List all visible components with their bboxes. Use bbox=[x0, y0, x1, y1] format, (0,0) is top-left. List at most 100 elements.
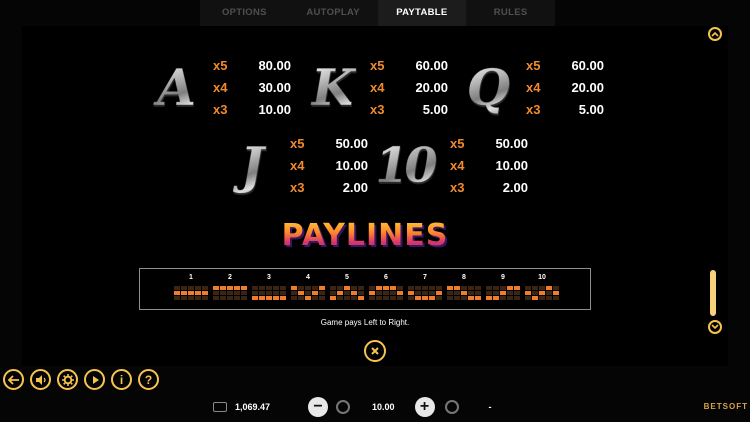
payline-5: 5 bbox=[330, 273, 364, 300]
symbol-a-pay: A x5 80.00 x4 30.00 x3 10.00 bbox=[151, 58, 291, 118]
payline-cell bbox=[330, 286, 336, 290]
payline-cell bbox=[344, 296, 350, 300]
scrollbar-thumb[interactable] bbox=[710, 270, 716, 316]
payline-cell bbox=[415, 286, 421, 290]
bottom-bar: 1,069.47 − 10.00 + - bbox=[0, 396, 750, 422]
tab-autoplay[interactable]: AUTOPLAY bbox=[289, 0, 378, 26]
payline-cell bbox=[454, 286, 460, 290]
payline-cell bbox=[369, 286, 375, 290]
payline-pattern bbox=[447, 286, 481, 300]
multiplier: x3 bbox=[290, 180, 305, 195]
payline-cell bbox=[447, 296, 453, 300]
back-icon bbox=[7, 374, 19, 385]
payline-cell bbox=[195, 286, 201, 290]
tab-rules[interactable]: RULES bbox=[466, 0, 555, 26]
payline-1: 1 bbox=[174, 273, 208, 300]
payline-pattern bbox=[486, 286, 520, 300]
pay-list: x5 60.00 x4 20.00 x3 5.00 bbox=[370, 58, 448, 118]
multiplier: x4 bbox=[213, 80, 228, 95]
tab-options[interactable]: OPTIONS bbox=[200, 0, 289, 26]
payline-cell bbox=[539, 286, 545, 290]
symbol-j-icon: J bbox=[227, 136, 280, 196]
payline-cell bbox=[291, 291, 297, 295]
payline-number: 7 bbox=[423, 274, 427, 281]
payline-cell bbox=[461, 296, 467, 300]
payout: 80.00 bbox=[258, 58, 291, 73]
payline-cell bbox=[390, 296, 396, 300]
payline-cell bbox=[507, 286, 513, 290]
payline-cell bbox=[486, 296, 492, 300]
payline-cell bbox=[397, 286, 403, 290]
payline-cell bbox=[273, 291, 279, 295]
multiplier: x4 bbox=[526, 80, 541, 95]
symbol-10-pay: 10 x5 50.00 x4 10.00 x3 2.00 bbox=[370, 136, 528, 196]
payline-cell bbox=[312, 286, 318, 290]
payline-cell bbox=[383, 296, 389, 300]
payline-cell bbox=[422, 291, 428, 295]
sound-button[interactable] bbox=[30, 369, 51, 390]
payline-cell bbox=[397, 291, 403, 295]
payline-cell bbox=[358, 286, 364, 290]
payline-cell bbox=[553, 291, 559, 295]
payline-cell bbox=[188, 291, 194, 295]
scroll-down-button[interactable] bbox=[708, 320, 722, 334]
payline-cell bbox=[468, 296, 474, 300]
payline-cell bbox=[390, 291, 396, 295]
payline-number: 6 bbox=[384, 274, 388, 281]
payline-cell bbox=[298, 296, 304, 300]
sound-icon bbox=[35, 374, 46, 385]
help-button[interactable]: ? bbox=[138, 369, 159, 390]
payline-cell bbox=[376, 286, 382, 290]
payline-cell bbox=[475, 296, 481, 300]
payout: 50.00 bbox=[495, 136, 528, 151]
payline-9: 9 bbox=[486, 273, 520, 300]
payline-cell bbox=[525, 296, 531, 300]
payout: 50.00 bbox=[335, 136, 368, 151]
payline-cell bbox=[227, 291, 233, 295]
payline-cell bbox=[376, 296, 382, 300]
bet-increase-button[interactable]: + bbox=[414, 397, 435, 417]
payline-cell bbox=[475, 286, 481, 290]
info-button[interactable]: i bbox=[111, 369, 132, 390]
payline-cell bbox=[525, 286, 531, 290]
payline-cell bbox=[553, 286, 559, 290]
payline-cell bbox=[376, 291, 382, 295]
payline-cell bbox=[234, 286, 240, 290]
payline-cell bbox=[351, 291, 357, 295]
payline-cell bbox=[174, 296, 180, 300]
payline-pattern bbox=[252, 286, 286, 300]
help-icon: ? bbox=[144, 372, 153, 387]
multiplier: x3 bbox=[526, 102, 541, 117]
bet-value: 10.00 bbox=[372, 402, 395, 412]
payline-cell bbox=[532, 286, 538, 290]
payline-cell bbox=[319, 286, 325, 290]
back-button[interactable] bbox=[3, 369, 24, 390]
close-button[interactable] bbox=[364, 340, 386, 362]
payout: 20.00 bbox=[571, 80, 604, 95]
scroll-up-button[interactable] bbox=[708, 27, 722, 41]
payline-cell bbox=[383, 286, 389, 290]
payline-cell bbox=[369, 296, 375, 300]
bet-decrease-button[interactable]: − bbox=[308, 397, 328, 417]
payline-cell bbox=[298, 291, 304, 295]
payline-cell bbox=[454, 291, 460, 295]
symbol-k-icon: K bbox=[306, 58, 361, 117]
payline-cell bbox=[280, 291, 286, 295]
chevron-up-icon bbox=[711, 31, 719, 37]
close-icon bbox=[371, 347, 379, 355]
settings-button[interactable] bbox=[57, 369, 78, 390]
coins-icon bbox=[336, 400, 350, 414]
payline-cell bbox=[252, 291, 258, 295]
payline-cell bbox=[259, 296, 265, 300]
tab-paytable[interactable]: PAYTABLE bbox=[377, 0, 467, 26]
turbo-button[interactable] bbox=[84, 369, 105, 390]
payline-cell bbox=[475, 291, 481, 295]
payout: 20.00 bbox=[415, 80, 448, 95]
payline-cell bbox=[390, 286, 396, 290]
payline-cell bbox=[213, 296, 219, 300]
multiplier: x5 bbox=[450, 136, 465, 151]
payline-cell bbox=[429, 296, 435, 300]
payline-cell bbox=[500, 291, 506, 295]
payline-cell bbox=[241, 286, 247, 290]
payline-cell bbox=[337, 296, 343, 300]
